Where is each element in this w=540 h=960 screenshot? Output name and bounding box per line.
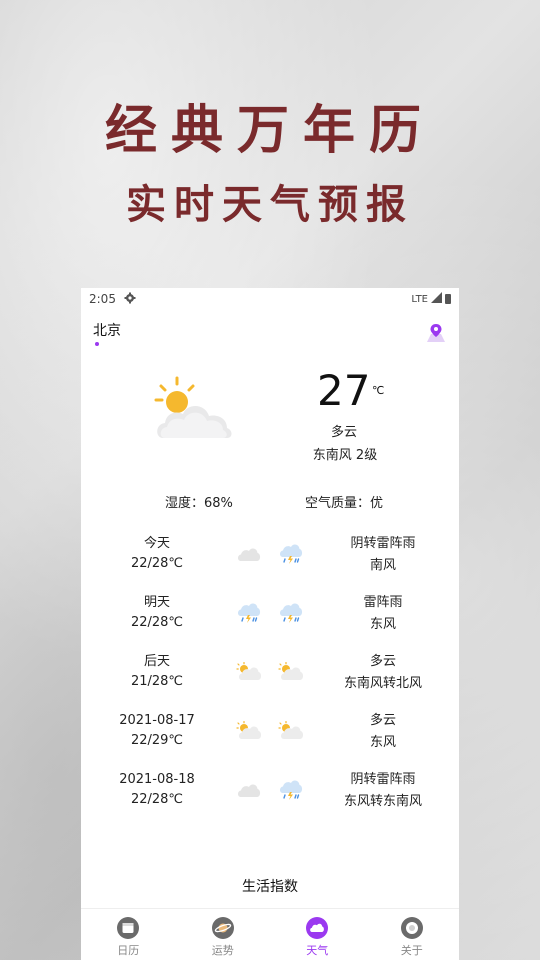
- forecast-weather: 阴转雷阵雨: [350, 536, 416, 551]
- partly-cloudy-icon: [236, 720, 262, 745]
- signal-icon: [431, 292, 442, 306]
- partly-cloudy-icon: [236, 661, 262, 686]
- current-temperature: 27: [317, 366, 371, 415]
- about-icon: [400, 917, 423, 939]
- promo-title: 经典万年历: [104, 100, 435, 161]
- current-condition: 多云: [330, 425, 357, 440]
- forecast-wind: 东南风转北风: [343, 676, 422, 691]
- thunder-rain-icon: [236, 603, 262, 629]
- forecast-weather: 多云: [369, 713, 396, 728]
- city-name[interactable]: 北京: [93, 320, 121, 340]
- forecast-wind: 东风转东南风: [343, 794, 422, 809]
- tab-label: 天气: [306, 944, 329, 957]
- forecast-row: 今天 22/28℃ 阴转雷阵雨 南风: [81, 534, 459, 593]
- forecast-weather: 多云: [369, 654, 396, 669]
- battery-icon: [445, 294, 451, 304]
- life-index-title[interactable]: 生活指数: [81, 876, 459, 896]
- tab-label: 日历: [117, 944, 140, 957]
- tab-label: 关于: [400, 944, 423, 957]
- phone-screen: 2:05 LTE 北京 27 ℃ 多云 东南风 2级 湿度：68% 空气质量：优…: [81, 288, 459, 960]
- thunder-rain-icon: [278, 780, 304, 806]
- forecast-row: 2021-08-17 22/29℃ 多云 东风: [81, 711, 459, 770]
- forecast-temp: 22/28℃: [130, 792, 184, 807]
- location-map-icon[interactable]: [425, 322, 447, 344]
- forecast-date: 后天: [143, 654, 170, 669]
- tab-fortune[interactable]: 运势: [176, 909, 271, 960]
- forecast-temp: 22/29℃: [130, 733, 184, 748]
- forecast-temp: 22/28℃: [130, 615, 184, 630]
- tab-label: 运势: [211, 944, 234, 957]
- tab-about[interactable]: 关于: [365, 909, 460, 960]
- forecast-wind: 南风: [369, 558, 396, 573]
- humidity: 湿度：68%: [165, 496, 233, 511]
- forecast-temp: 21/28℃: [130, 674, 184, 689]
- forecast-date: 2021-08-18: [119, 772, 195, 787]
- forecast-list: 今天 22/28℃ 阴转雷阵雨 南风 明天 22/28℃ 雷阵雨 东风 后天 2…: [81, 534, 459, 829]
- promo-subtitle: 实时天气预报: [126, 181, 414, 228]
- temperature-unit: ℃: [372, 384, 385, 397]
- forecast-wind: 东风: [369, 617, 396, 632]
- status-time: 2:05: [89, 292, 116, 306]
- forecast-date: 今天: [143, 536, 170, 551]
- forecast-date: 明天: [143, 595, 170, 610]
- forecast-row: 后天 21/28℃ 多云 东南风转北风: [81, 652, 459, 711]
- network-label: LTE: [411, 293, 428, 305]
- thunder-rain-icon: [278, 544, 304, 570]
- tab-weather[interactable]: 天气: [270, 909, 365, 960]
- cloud-icon: [236, 780, 262, 804]
- cloud-icon: [236, 544, 262, 568]
- bottom-tab-bar: 日历 运势 天气 关于: [81, 908, 459, 960]
- forecast-temp: 22/28℃: [130, 556, 184, 571]
- status-bar: 2:05 LTE: [81, 288, 459, 310]
- forecast-wind: 东风: [369, 735, 396, 750]
- forecast-date: 2021-08-17: [119, 713, 195, 728]
- partly-cloudy-icon: [278, 661, 304, 686]
- partly-cloudy-icon: [153, 376, 243, 450]
- settings-icon: [124, 292, 136, 307]
- forecast-weather: 雷阵雨: [363, 595, 403, 610]
- air-quality: 空气质量：优: [305, 496, 384, 511]
- calendar-icon: [117, 917, 140, 939]
- forecast-row: 明天 22/28℃ 雷阵雨 东风: [81, 593, 459, 652]
- forecast-weather: 阴转雷阵雨: [350, 772, 416, 787]
- partly-cloudy-icon: [278, 720, 304, 745]
- planet-icon: [211, 917, 234, 939]
- tab-calendar[interactable]: 日历: [81, 909, 176, 960]
- weather-cloud-icon: [306, 917, 329, 939]
- thunder-rain-icon: [278, 603, 304, 629]
- forecast-row: 2021-08-18 22/28℃ 阴转雷阵雨 东风转东南风: [81, 770, 459, 829]
